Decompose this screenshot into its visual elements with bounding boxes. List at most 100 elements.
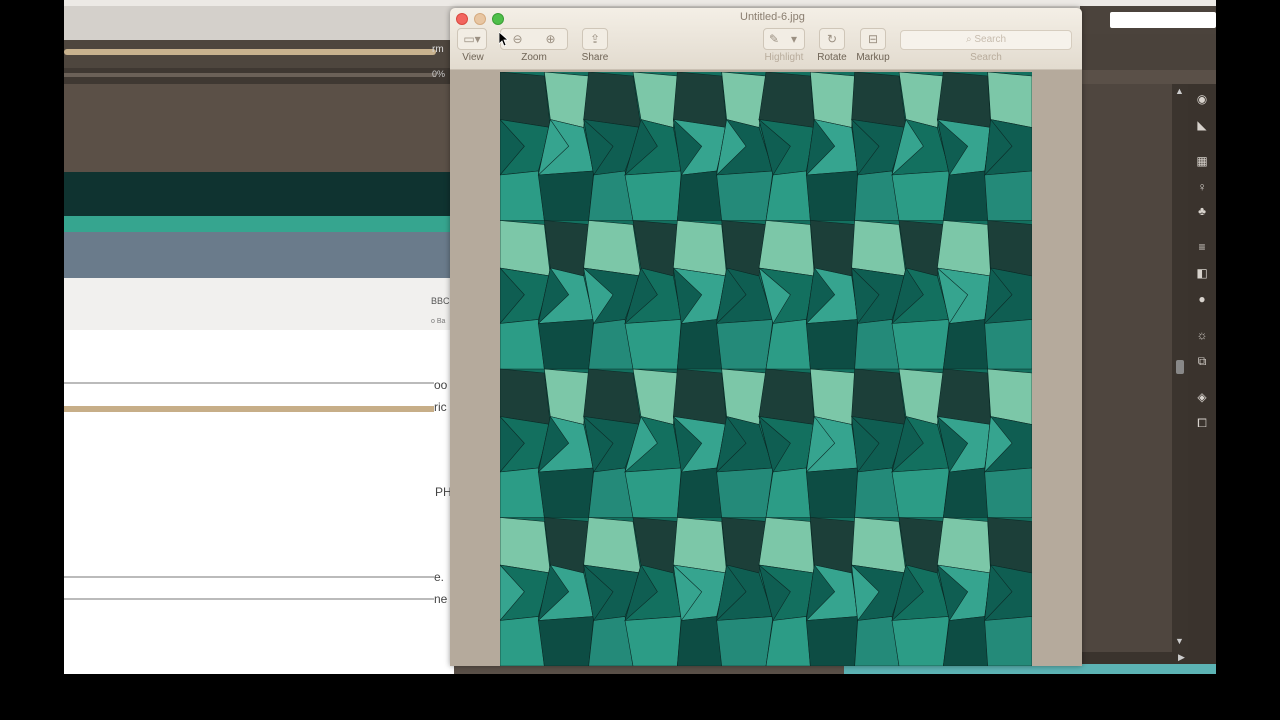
zoom-window-icon[interactable] — [492, 13, 504, 25]
mouse-pointer-icon — [499, 32, 509, 46]
lines-icon[interactable]: ≡ — [1194, 240, 1210, 254]
window-title[interactable]: Untitled-6.jpg — [740, 11, 805, 23]
search-input[interactable]: ⌕ Search — [900, 30, 1072, 50]
background-rule — [64, 598, 434, 600]
rotate-icon: ↻ — [826, 32, 838, 46]
background-panel-header — [1080, 34, 1216, 70]
zoom-label: Zoom — [521, 52, 547, 63]
background-text-fragment: o Ba — [431, 318, 446, 325]
share-button[interactable]: ⇪ — [582, 28, 608, 50]
tile — [500, 467, 545, 518]
tile — [936, 72, 991, 128]
tile — [716, 319, 774, 370]
scroll-thumb[interactable] — [1176, 360, 1184, 374]
tile — [806, 170, 858, 221]
search-placeholder: Search — [974, 34, 1007, 45]
brush-icon[interactable]: ◣ — [1194, 118, 1210, 132]
markup-label: Markup — [856, 52, 890, 63]
screen-area: rm 0% BBC o Ba oo ric PH e. ne ▲ ▼ ◉ ◣ ▦… — [64, 0, 1216, 674]
background-text-fragment: e. — [434, 570, 445, 584]
rotate-button[interactable]: ↻ — [819, 28, 845, 50]
tile — [500, 220, 551, 277]
tile — [624, 467, 682, 518]
tile — [898, 72, 944, 128]
image-canvas[interactable] — [500, 72, 1032, 666]
chevron-down-icon[interactable]: ▾ — [784, 29, 804, 49]
tile — [851, 72, 907, 128]
tile — [500, 170, 545, 221]
tile — [537, 616, 595, 666]
tile — [942, 319, 988, 370]
club-icon[interactable]: ♣ — [1194, 204, 1210, 218]
tile — [677, 319, 722, 370]
tile — [987, 517, 1032, 574]
progress-track — [64, 73, 436, 77]
tile — [716, 170, 774, 221]
toolbox-icon: ⊟ — [867, 32, 879, 46]
tile — [984, 319, 1032, 370]
tile — [716, 467, 774, 518]
scroll-up-icon[interactable]: ▲ — [1175, 86, 1184, 96]
sidebar-view-icon: ▭▾ — [463, 32, 481, 46]
desktop: rm 0% BBC o Ba oo ric PH e. ne ▲ ▼ ◉ ◣ ▦… — [0, 0, 1280, 720]
background-tool-strip: ◉ ◣ ▦ ♀ ♣ ≡ ◧ ● ☼ ⧉ ◈ ⧠ — [1188, 84, 1216, 652]
layers-icon[interactable]: ◈ — [1194, 390, 1210, 404]
view-button[interactable]: ▭▾ — [457, 28, 487, 50]
tile — [500, 517, 551, 574]
minimize-window-icon[interactable] — [474, 13, 486, 25]
markup-button[interactable]: ⊟ — [860, 28, 886, 50]
view-label: View — [462, 52, 484, 63]
tile — [943, 616, 988, 666]
background-scrollbar[interactable]: ▲ ▼ — [1172, 84, 1188, 652]
close-window-icon[interactable] — [456, 13, 468, 25]
tile — [891, 170, 950, 221]
figure-icon[interactable]: ♀ — [1194, 180, 1210, 194]
tile — [758, 220, 815, 277]
tile — [543, 517, 589, 574]
highlight-button[interactable]: ✎ ▾ — [763, 28, 805, 50]
artboards-icon[interactable]: ⧠ — [1194, 416, 1210, 430]
rotate-label: Rotate — [817, 52, 847, 63]
tile — [537, 467, 595, 518]
grid-icon[interactable]: ▦ — [1194, 154, 1210, 168]
zoom-in-icon[interactable]: ⊕ — [534, 29, 567, 49]
tile — [810, 220, 855, 277]
tile — [624, 319, 682, 370]
tile — [624, 616, 682, 666]
tile — [936, 517, 991, 574]
tile — [673, 368, 728, 425]
share-label: Share — [581, 52, 609, 63]
tile — [677, 170, 722, 221]
background-slate-band — [64, 232, 454, 278]
circle-icon[interactable]: ● — [1194, 292, 1210, 306]
tile — [716, 616, 774, 666]
tile — [673, 517, 728, 574]
sun-icon[interactable]: ☼ — [1194, 328, 1210, 342]
share-icon: ⇪ — [589, 32, 601, 46]
background-rule — [64, 382, 434, 384]
tile — [936, 220, 991, 277]
transform-icon[interactable]: ⧉ — [1194, 354, 1210, 368]
tile — [673, 72, 728, 128]
background-slider-row: rm — [64, 40, 454, 68]
slider-track[interactable] — [64, 49, 436, 55]
background-text-fragment: ne — [434, 592, 448, 606]
search-label: Search — [970, 52, 1002, 63]
scroll-down-icon[interactable]: ▼ — [1175, 636, 1184, 646]
square-icon[interactable]: ◧ — [1194, 266, 1210, 280]
tile — [537, 319, 595, 370]
tile — [758, 368, 815, 425]
tile — [810, 517, 855, 574]
tile — [765, 319, 811, 370]
preview-toolbar: Untitled-6.jpg ▭▾ View ⊖ ⊕ Zoom ⇪ Share … — [450, 8, 1082, 70]
scroll-right-icon[interactable]: ▶ — [1178, 652, 1185, 663]
background-search-field[interactable] — [1110, 12, 1216, 28]
tile — [987, 220, 1032, 277]
palette-icon[interactable]: ◉ — [1194, 92, 1210, 106]
zoom-button-group[interactable]: ⊖ ⊕ — [500, 28, 568, 50]
tessellation-image — [500, 72, 1032, 666]
tile — [583, 220, 642, 277]
highlight-label: Highlight — [764, 52, 804, 63]
background-side-panel — [1080, 84, 1172, 652]
tile — [987, 368, 1032, 425]
